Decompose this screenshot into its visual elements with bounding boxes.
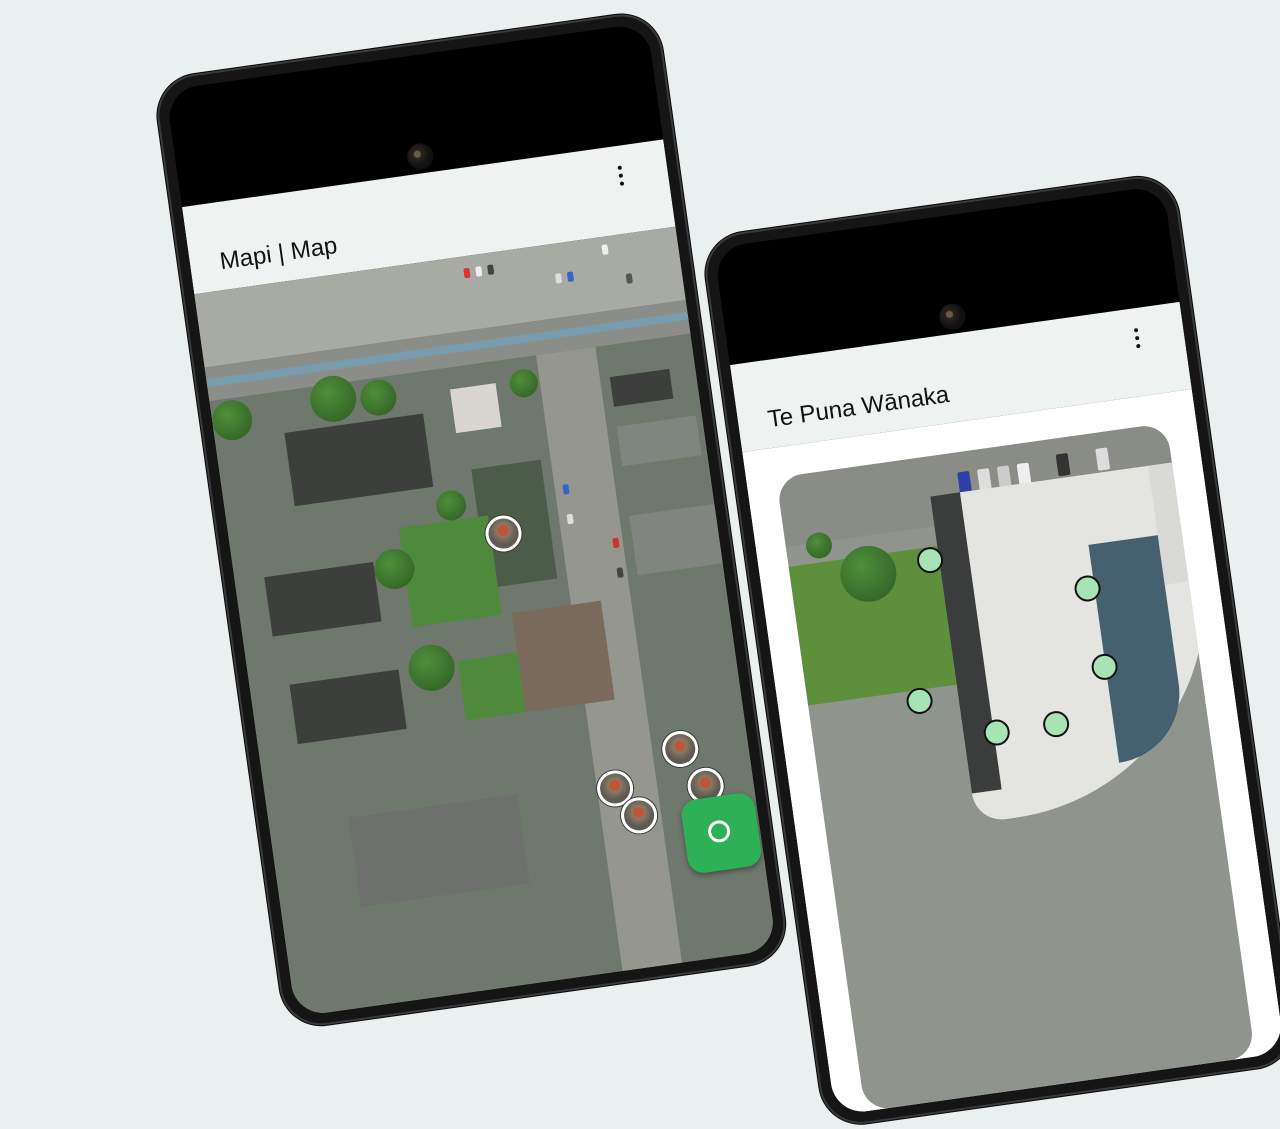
more-vert-icon[interactable] bbox=[1129, 325, 1146, 351]
building bbox=[289, 669, 407, 745]
car bbox=[625, 273, 633, 284]
building bbox=[348, 794, 530, 907]
building-aerial-image bbox=[776, 422, 1256, 1112]
building bbox=[616, 415, 702, 467]
car bbox=[562, 483, 570, 495]
tree bbox=[434, 488, 469, 523]
phone-map: Mapi | Map bbox=[152, 9, 791, 1031]
phone-detail: Te Puna Wānaka bbox=[700, 171, 1280, 1129]
building bbox=[264, 561, 382, 637]
location-icon bbox=[706, 818, 732, 844]
photo-pin[interactable] bbox=[659, 728, 701, 770]
lawn bbox=[457, 652, 526, 721]
tree bbox=[508, 367, 540, 400]
building bbox=[609, 368, 674, 407]
tree bbox=[358, 377, 399, 418]
car bbox=[566, 513, 574, 525]
map-screen: Mapi | Map bbox=[165, 22, 778, 1018]
car bbox=[475, 266, 483, 277]
front-camera bbox=[937, 301, 968, 332]
aerial-map[interactable] bbox=[194, 226, 778, 1018]
car bbox=[616, 567, 624, 579]
building bbox=[284, 413, 434, 507]
tree bbox=[405, 641, 458, 694]
building bbox=[629, 503, 727, 576]
tree bbox=[209, 397, 255, 443]
front-camera bbox=[405, 141, 435, 172]
page-title: Mapi | Map bbox=[218, 231, 339, 276]
more-vert-icon[interactable] bbox=[612, 163, 629, 189]
car bbox=[612, 537, 620, 549]
car bbox=[487, 264, 495, 276]
car bbox=[554, 272, 563, 284]
building bbox=[449, 383, 502, 434]
building bbox=[511, 600, 615, 713]
car bbox=[601, 244, 609, 255]
detail-screen: Te Puna Wānaka bbox=[713, 185, 1280, 1116]
locate-button[interactable] bbox=[679, 791, 764, 875]
detail-content bbox=[742, 389, 1280, 1116]
car bbox=[463, 267, 471, 279]
car bbox=[566, 271, 575, 283]
